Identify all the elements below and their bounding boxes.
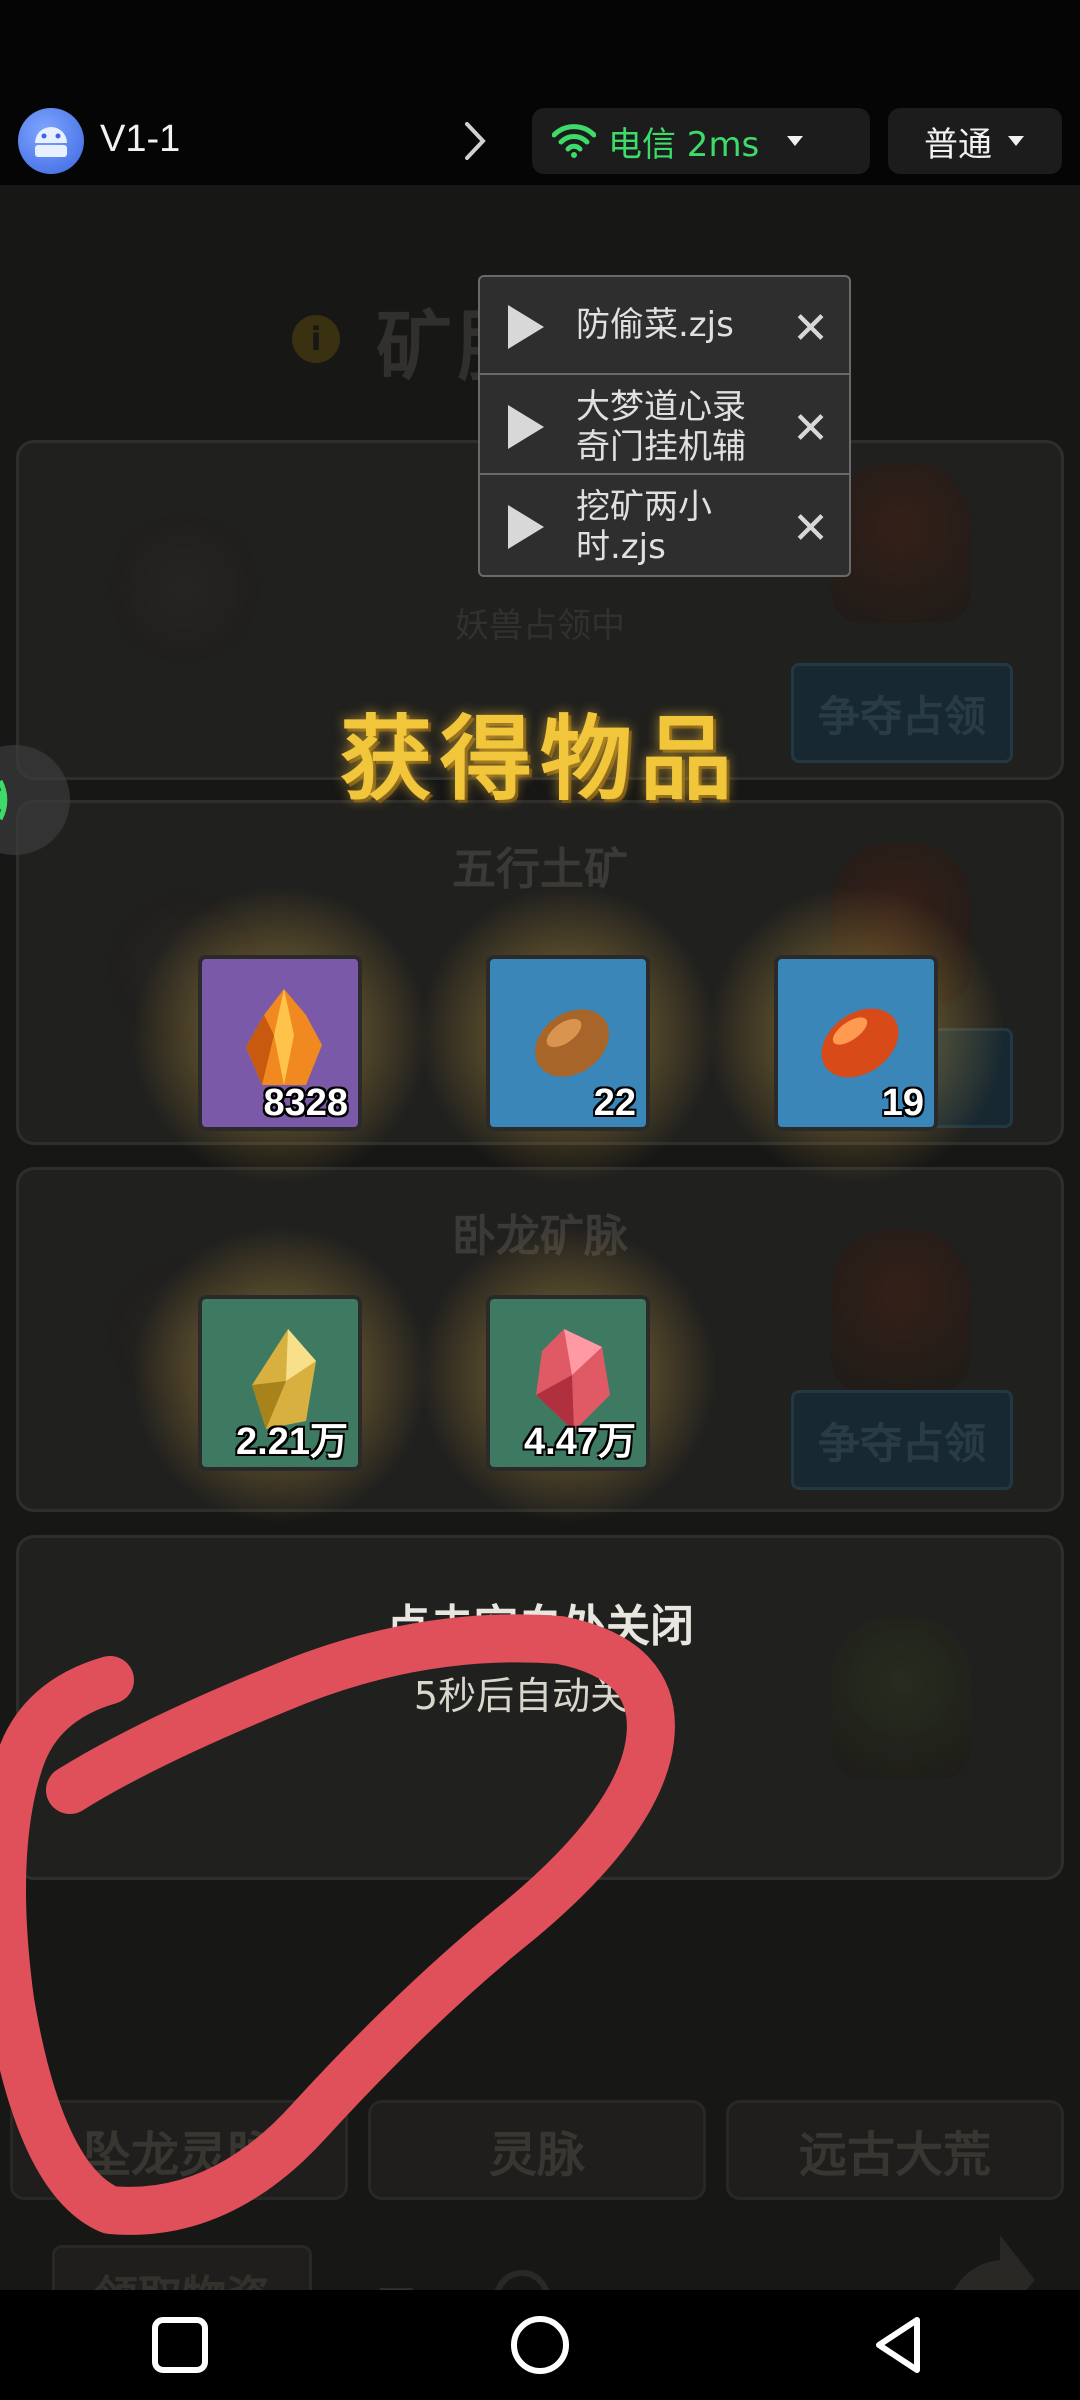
play-icon[interactable]: [508, 405, 544, 449]
item-quantity: 8328: [263, 1082, 348, 1124]
caret-down-icon: [1008, 136, 1024, 146]
reward-item[interactable]: 8328: [198, 955, 362, 1131]
reward-item[interactable]: 19: [774, 955, 938, 1131]
wifi-icon: [552, 124, 596, 158]
item-quantity: 22: [593, 1082, 636, 1124]
system-nav-bar: [0, 2290, 1080, 2400]
script-item[interactable]: 挖矿两小时.zjs ✕: [480, 477, 849, 575]
close-icon[interactable]: ✕: [792, 403, 829, 454]
fire-crystal-icon: [246, 989, 322, 1085]
network-selector[interactable]: 电信 2ms: [532, 108, 870, 174]
chevron-right-icon[interactable]: [455, 118, 495, 164]
android-robot-icon[interactable]: [18, 108, 84, 174]
mode-label: 普通: [924, 124, 992, 165]
play-icon[interactable]: [508, 305, 544, 349]
script-name: 大梦道心录奇门挂机辅: [576, 387, 746, 467]
app-title: V1-1: [100, 118, 181, 160]
script-name: 挖矿两小时.zjs: [576, 487, 712, 567]
script-item[interactable]: 防偷菜.zjs ✕: [480, 277, 849, 375]
close-icon[interactable]: ✕: [792, 503, 829, 554]
home-icon[interactable]: [505, 2310, 575, 2380]
top-toolbar: V1-1 电信 2ms 普通: [0, 0, 1080, 185]
mode-selector[interactable]: 普通: [888, 108, 1062, 174]
reward-item[interactable]: 22: [486, 955, 650, 1131]
caret-down-icon: [787, 136, 804, 146]
reward-item[interactable]: 4.47万: [486, 1295, 650, 1471]
earth-stone-icon: [534, 1009, 610, 1077]
reward-item[interactable]: 2.21万: [198, 1295, 362, 1471]
script-name: 防偷菜.zjs: [576, 305, 734, 345]
play-icon[interactable]: [508, 505, 544, 549]
reward-title: 获得物品: [339, 705, 740, 813]
item-quantity: 4.47万: [524, 1421, 636, 1463]
item-quantity: 2.21万: [236, 1421, 348, 1463]
script-menu: 防偷菜.zjs ✕ 大梦道心录奇门挂机辅 ✕ 挖矿两小时.zjs ✕: [478, 275, 851, 577]
close-hint: 点击空白处关闭: [386, 1601, 694, 1652]
close-icon[interactable]: ✕: [792, 303, 829, 354]
script-item[interactable]: 大梦道心录奇门挂机辅 ✕: [480, 377, 849, 475]
recent-apps-icon[interactable]: [145, 2310, 215, 2380]
network-label: 电信 2ms: [608, 124, 760, 165]
item-quantity: 19: [881, 1082, 924, 1124]
red-stone-icon: [821, 1008, 899, 1078]
back-icon[interactable]: [865, 2310, 935, 2380]
auto-close-countdown: 5秒后自动关闭: [413, 1674, 667, 1718]
